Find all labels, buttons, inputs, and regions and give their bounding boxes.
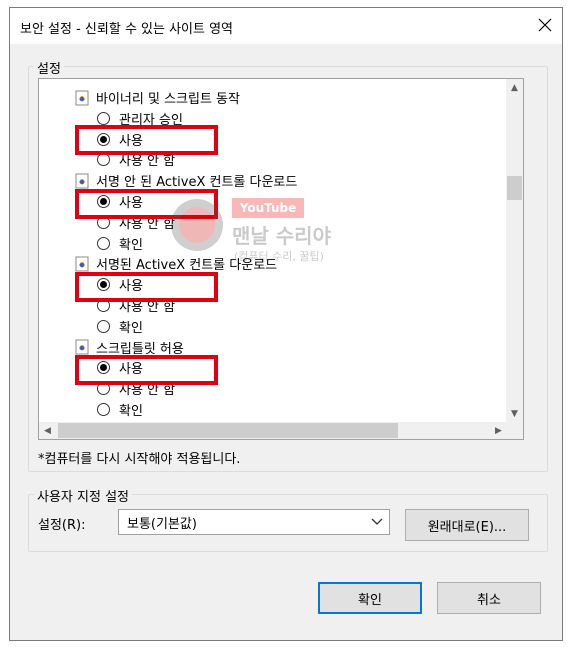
radio-button[interactable] <box>97 299 110 312</box>
close-button[interactable] <box>530 10 560 40</box>
restart-note: *컴퓨터를 다시 시작해야 적용됩니다. <box>38 452 241 467</box>
settings-category-icon <box>75 90 89 105</box>
radio-button[interactable] <box>97 403 110 416</box>
radio-option[interactable]: 사용 <box>97 191 143 212</box>
radio-option-label: 사용 안 함 <box>119 300 176 315</box>
settings-list-content: 바이너리 및 스크립트 동작 관리자 승인 사용 사용 안 함 서명 안 된 Activ… <box>39 79 493 422</box>
security-level-value: 보통(기본값) <box>127 516 197 532</box>
radio-option[interactable]: 사용 안 함 <box>97 378 175 399</box>
cancel-button[interactable]: 취소 <box>437 582 541 614</box>
radio-option[interactable]: 사용 안 함 <box>97 295 175 316</box>
radio-option-label: 사용 <box>119 196 143 211</box>
radio-option[interactable]: 사용 안 함 <box>97 212 175 233</box>
ok-button-label: 확인 <box>358 592 382 608</box>
radio-button[interactable] <box>97 361 110 375</box>
radio-option-label: 확인 <box>119 404 143 419</box>
chevron-down-icon <box>371 518 383 525</box>
reset-button[interactable]: 원래대로(E)... <box>405 509 529 541</box>
radio-option-label: 사용 안 함 <box>119 383 176 399</box>
radio-option[interactable]: 사용 <box>97 129 143 150</box>
radio-button[interactable] <box>97 278 110 292</box>
scroll-up-icon[interactable]: ▲ <box>506 79 523 96</box>
category-header: 스크립틀릿 허용 <box>75 337 184 358</box>
custom-settings-group-label: 사용자 지정 설정 <box>34 486 132 505</box>
radio-option-label: 사용 <box>119 362 143 378</box>
category-label: 스크립틀릿 허용 <box>96 341 184 357</box>
scroll-down-icon[interactable]: ▼ <box>506 405 523 422</box>
radio-button[interactable] <box>97 236 110 250</box>
radio-option-label: 사용 안 함 <box>119 154 176 170</box>
title-bar: 보안 설정 - 신뢰할 수 있는 사이트 영역 <box>10 8 562 44</box>
radio-option-label: 사용 안 함 <box>119 216 176 232</box>
settings-group-label: 설정 <box>34 58 64 77</box>
radio-button[interactable] <box>97 132 110 146</box>
radio-option-label: 사용 <box>119 279 143 295</box>
radio-option[interactable]: 사용 <box>97 357 143 378</box>
category-label: 서명 안 된 ActiveX 컨트롤 다운로드 <box>96 175 298 191</box>
category-label: 서명된 ActiveX 컨트롤 다운로드 <box>96 258 278 274</box>
radio-option-label: 사용 <box>119 133 143 149</box>
ok-button[interactable]: 확인 <box>318 582 422 614</box>
reset-button-label: 원래대로(E)... <box>427 519 507 535</box>
settings-list[interactable]: 바이너리 및 스크립트 동작 관리자 승인 사용 사용 안 함 서명 안 된 Activ… <box>38 78 524 440</box>
category-header: 바이너리 및 스크립트 동작 <box>75 87 240 108</box>
horizontal-scroll-thumb[interactable] <box>58 423 398 438</box>
radio-option[interactable]: 사용 <box>97 274 143 295</box>
radio-button[interactable] <box>97 215 110 229</box>
scroll-left-icon[interactable]: ◀ <box>39 422 56 439</box>
radio-button[interactable] <box>97 153 110 167</box>
radio-option-label: 확인 <box>119 237 143 253</box>
scroll-corner <box>506 422 523 439</box>
vertical-scrollbar[interactable]: ▲ ▼ <box>506 79 523 422</box>
category-header: 서명 안 된 ActiveX 컨트롤 다운로드 <box>75 170 297 191</box>
radio-option[interactable]: 확인 <box>97 233 143 254</box>
close-icon <box>538 18 552 32</box>
category-label: 바이너리 및 스크립트 동작 <box>96 92 240 107</box>
radio-option-label: 확인 <box>119 320 143 336</box>
vertical-scroll-thumb[interactable] <box>507 176 522 200</box>
radio-option[interactable]: 확인 <box>97 399 143 420</box>
security-level-dropdown[interactable]: 보통(기본값) <box>118 509 390 535</box>
settings-category-icon <box>75 339 89 355</box>
horizontal-scrollbar[interactable]: ◀ ▶ <box>39 422 507 439</box>
radio-option[interactable]: 관리자 승인 <box>97 108 183 129</box>
settings-category-icon <box>75 256 89 272</box>
setting-label: 설정(R): <box>38 518 86 533</box>
settings-category-icon <box>75 173 89 189</box>
cancel-button-label: 취소 <box>477 592 501 608</box>
radio-button[interactable] <box>97 382 110 396</box>
radio-option-label: 관리자 승인 <box>119 112 183 128</box>
scroll-right-icon[interactable]: ▶ <box>490 422 507 439</box>
category-header: 서명된 ActiveX 컨트롤 다운로드 <box>75 253 277 274</box>
radio-button[interactable] <box>97 195 110 208</box>
radio-button[interactable] <box>97 111 110 125</box>
radio-option[interactable]: 확인 <box>97 316 143 337</box>
window-title: 보안 설정 - 신뢰할 수 있는 사이트 영역 <box>20 22 234 37</box>
radio-button[interactable] <box>97 319 110 333</box>
radio-option[interactable]: 사용 안 함 <box>97 149 175 170</box>
